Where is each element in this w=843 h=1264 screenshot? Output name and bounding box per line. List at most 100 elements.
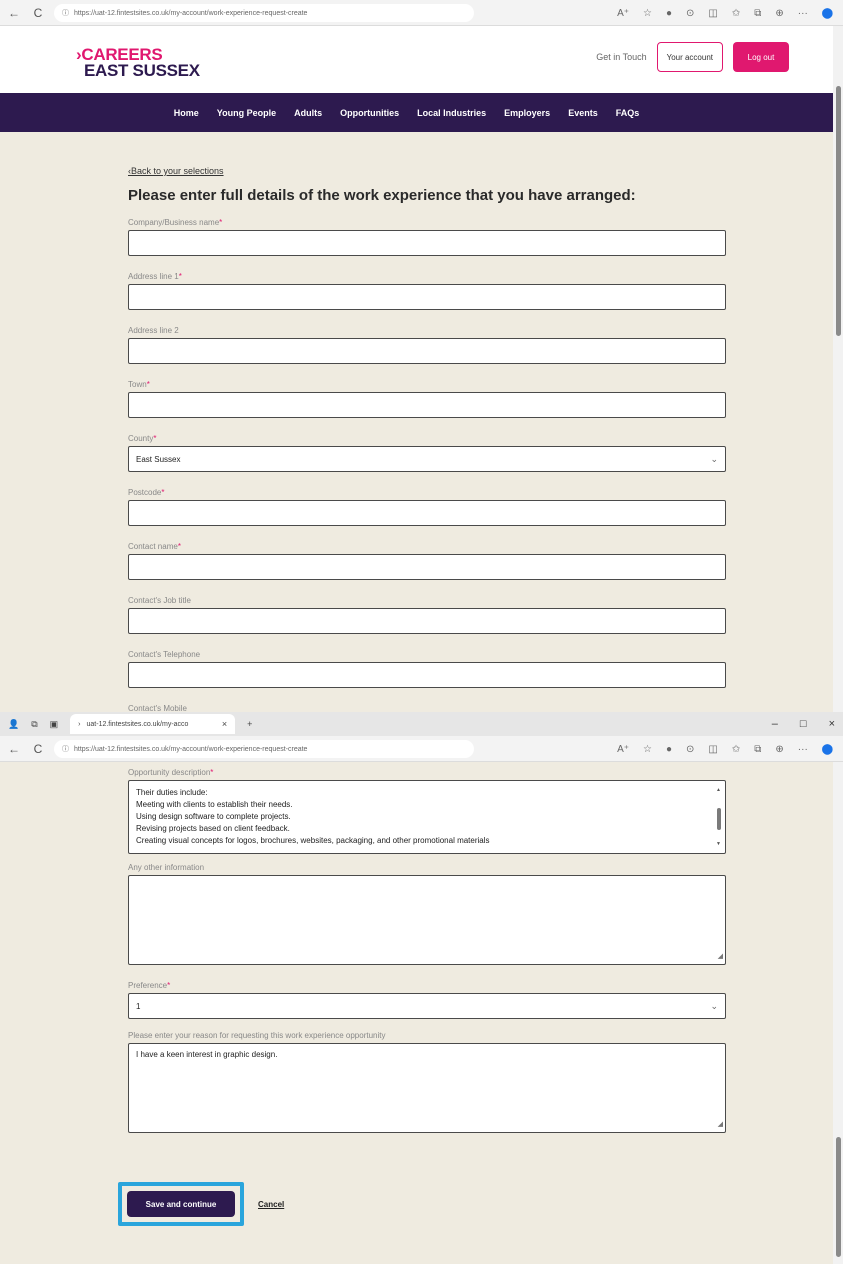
- nav-item-faqs[interactable]: FAQs: [616, 108, 640, 118]
- postcode-input[interactable]: [128, 500, 726, 526]
- site-info-icon[interactable]: ⓘ: [62, 744, 69, 754]
- county-label: County*: [128, 434, 157, 443]
- favorite-star-icon[interactable]: ☆: [643, 744, 652, 755]
- description-line: Meeting with clients to establish their …: [136, 800, 293, 809]
- save-and-continue-button[interactable]: Save and continue: [127, 1191, 235, 1217]
- extensions-puzzle-icon[interactable]: ⊕: [775, 8, 783, 19]
- browser-toolbar-icons: A⁺ ☆ ● ⊙ ◫ ✩ ⧉ ⊕ ··· ⬤: [617, 744, 837, 755]
- scroll-up-icon[interactable]: ▲: [716, 784, 721, 796]
- browser-address-bar-2: ← C ⓘ https://uat-12.fintestsites.co.uk/…: [0, 736, 843, 762]
- resize-handle-icon[interactable]: ◢: [718, 1119, 723, 1131]
- site-logo[interactable]: ›CAREERS EAST SUSSEX: [76, 46, 200, 79]
- resize-handle-icon[interactable]: ◢: [718, 951, 723, 963]
- cancel-link[interactable]: Cancel: [258, 1200, 284, 1209]
- more-menu-icon[interactable]: ···: [798, 744, 808, 755]
- url-field[interactable]: ⓘ https://uat-12.fintestsites.co.uk/my-a…: [54, 4, 474, 22]
- back-to-selections-link[interactable]: ‹Back to your selections: [128, 166, 726, 176]
- nav-item-adults[interactable]: Adults: [294, 108, 322, 118]
- town-label: Town*: [128, 380, 150, 389]
- back-arrow-icon[interactable]: ←: [6, 6, 22, 20]
- extensions-puzzle-icon[interactable]: ⊕: [775, 744, 783, 755]
- reason-field-group: Please enter your reason for requesting …: [128, 1031, 726, 1133]
- reload-icon[interactable]: C: [30, 6, 46, 20]
- contact-tel-field-group: Contact's Telephone: [128, 650, 726, 688]
- close-window-icon[interactable]: ×: [829, 718, 835, 730]
- copilot-icon[interactable]: ⬤: [822, 744, 833, 755]
- tab-close-icon[interactable]: ×: [222, 719, 227, 729]
- scroll-down-icon[interactable]: ▼: [716, 838, 721, 850]
- tab-favicon-icon: ›: [78, 720, 81, 728]
- nav-item-opportunities[interactable]: Opportunities: [340, 108, 399, 118]
- page-scrollbar-2[interactable]: [833, 762, 843, 1264]
- split-screen-icon[interactable]: ◫: [708, 744, 717, 755]
- scrollbar-thumb[interactable]: [836, 86, 841, 336]
- description-line: Revising projects based on client feedba…: [136, 824, 290, 833]
- company-field-group: Company/Business name*: [128, 218, 726, 256]
- nav-item-employers[interactable]: Employers: [504, 108, 550, 118]
- restore-icon[interactable]: □: [800, 718, 807, 730]
- browser-tab-bar: 👤 ⧉ ▣ › uat-12.fintestsites.co.uk/my-acc…: [0, 712, 843, 736]
- url-text: https://uat-12.fintestsites.co.uk/my-acc…: [74, 745, 308, 753]
- main-nav: Home Young People Adults Opportunities L…: [0, 93, 833, 132]
- county-select[interactable]: East Sussex ⌄: [128, 446, 726, 472]
- preference-field-group: Preference* 1 ⌄: [128, 981, 726, 1019]
- browser-toolbar-icons: A⁺ ☆ ● ⊙ ◫ ✩ ⧉ ⊕ ··· ⬤: [617, 8, 837, 19]
- contact-mobile-field-group: Contact's Mobile: [128, 704, 726, 712]
- your-account-button[interactable]: Your account: [656, 42, 723, 72]
- workspaces-icon[interactable]: ⧉: [31, 719, 37, 730]
- other-info-label: Any other information: [128, 863, 205, 872]
- extension-icon[interactable]: ●: [666, 744, 672, 755]
- split-screen-icon[interactable]: ◫: [708, 8, 717, 19]
- new-tab-button[interactable]: +: [247, 719, 252, 729]
- address2-input[interactable]: [128, 338, 726, 364]
- contact-tel-input[interactable]: [128, 662, 726, 688]
- tab-actions-icon[interactable]: ▣: [50, 719, 59, 730]
- county-value: East Sussex: [136, 454, 181, 464]
- copilot-icon[interactable]: ⬤: [822, 8, 833, 19]
- more-menu-icon[interactable]: ···: [798, 8, 808, 19]
- browser-tab[interactable]: › uat-12.fintestsites.co.uk/my-acco ×: [70, 714, 236, 734]
- extension-icon[interactable]: ●: [666, 8, 672, 19]
- favorites-icon[interactable]: ✩: [732, 8, 740, 19]
- profile-icon[interactable]: 👤: [8, 719, 19, 730]
- nav-item-events[interactable]: Events: [568, 108, 598, 118]
- scrollbar-thumb[interactable]: [836, 1137, 841, 1257]
- read-aloud-icon[interactable]: A⁺: [617, 8, 629, 19]
- page-scrollbar[interactable]: [833, 26, 843, 712]
- reload-icon[interactable]: C: [30, 742, 46, 756]
- company-input[interactable]: [128, 230, 726, 256]
- web-page: ›CAREERS EAST SUSSEX Get in Touch Your a…: [0, 26, 833, 712]
- url-text: https://uat-12.fintestsites.co.uk/my-acc…: [74, 9, 308, 17]
- description-textarea[interactable]: Their duties include: Meeting with clien…: [128, 780, 726, 854]
- nav-item-home[interactable]: Home: [174, 108, 199, 118]
- town-input[interactable]: [128, 392, 726, 418]
- collections-icon[interactable]: ⧉: [754, 8, 761, 19]
- tab-title: uat-12.fintestsites.co.uk/my-acco: [86, 720, 189, 728]
- address1-input[interactable]: [128, 284, 726, 310]
- contact-job-input[interactable]: [128, 608, 726, 634]
- nav-item-local-industries[interactable]: Local Industries: [417, 108, 486, 118]
- textarea-scrollbar[interactable]: ▲ ▼: [716, 784, 722, 850]
- textarea-scroll-thumb[interactable]: [717, 808, 721, 830]
- log-out-button[interactable]: Log out: [733, 42, 789, 72]
- preference-select[interactable]: 1 ⌄: [128, 993, 726, 1019]
- minimize-icon[interactable]: –: [772, 718, 778, 730]
- reason-label: Please enter your reason for requesting …: [128, 1031, 386, 1040]
- read-aloud-icon[interactable]: A⁺: [617, 744, 629, 755]
- nav-item-young-people[interactable]: Young People: [217, 108, 276, 118]
- reason-textarea[interactable]: I have a keen interest in graphic design…: [128, 1043, 726, 1133]
- other-info-textarea[interactable]: ◢: [128, 875, 726, 965]
- preference-value: 1: [136, 1001, 141, 1011]
- favorite-star-icon[interactable]: ☆: [643, 8, 652, 19]
- url-field[interactable]: ⓘ https://uat-12.fintestsites.co.uk/my-a…: [54, 740, 474, 758]
- site-info-icon[interactable]: ⓘ: [62, 8, 69, 18]
- contact-tel-label: Contact's Telephone: [128, 650, 201, 659]
- refresh-extension-icon[interactable]: ⊙: [686, 8, 694, 19]
- contact-name-input[interactable]: [128, 554, 726, 580]
- back-link-label: Back to your selections: [131, 166, 224, 176]
- back-arrow-icon[interactable]: ←: [6, 742, 22, 756]
- collections-icon[interactable]: ⧉: [754, 744, 761, 755]
- get-in-touch-link[interactable]: Get in Touch: [596, 52, 646, 62]
- favorites-icon[interactable]: ✩: [732, 744, 740, 755]
- refresh-extension-icon[interactable]: ⊙: [686, 744, 694, 755]
